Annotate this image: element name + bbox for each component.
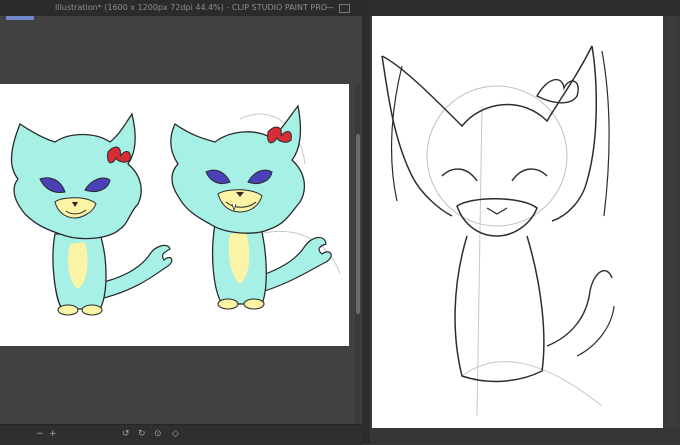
maximize-button[interactable] [339, 4, 350, 13]
character-one [10, 112, 173, 316]
sketch-window-right [370, 0, 680, 444]
scrollbar-thumb[interactable] [356, 134, 360, 314]
minimize-button[interactable]: — [322, 2, 338, 14]
illustration-canvas[interactable] [0, 84, 349, 346]
flip-icon[interactable]: ◇ [172, 429, 179, 439]
status-bar: − + ↺ ↻ ⊙ ◇ [0, 424, 362, 445]
line-sketch [381, 45, 615, 417]
reset-icon[interactable]: ⊙ [154, 429, 162, 439]
sketch-window-top-bar [370, 0, 680, 16]
panel-splitter[interactable] [362, 0, 370, 444]
tool-tab-strip [0, 16, 362, 76]
foot-right [81, 304, 103, 316]
character-illustration [10, 104, 341, 316]
character-two [170, 104, 332, 310]
vertical-scrollbar[interactable] [355, 84, 361, 424]
foot-left [217, 298, 239, 310]
rotate-right-icon[interactable]: ↻ [138, 429, 146, 439]
zoom-out-button[interactable]: − [36, 429, 44, 439]
sketch-canvas[interactable] [372, 16, 663, 428]
title-bar: Illustration* (1600 x 1200px 72dpi 44.4%… [0, 0, 362, 17]
zoom-in-button[interactable]: + [49, 429, 57, 439]
clip-studio-window-left: Illustration* (1600 x 1200px 72dpi 44.4%… [0, 0, 362, 445]
foot-left [57, 304, 79, 316]
sketch-scrollbar[interactable] [668, 16, 676, 428]
sketch-window-bottom-bar [370, 428, 680, 444]
foot-right [243, 298, 265, 310]
head [170, 104, 306, 234]
rotate-icon[interactable]: ↺ [122, 429, 130, 439]
head [10, 112, 142, 240]
window-title: Illustration* (1600 x 1200px 72dpi 44.4%… [55, 3, 328, 12]
tab-indicator [6, 16, 34, 20]
